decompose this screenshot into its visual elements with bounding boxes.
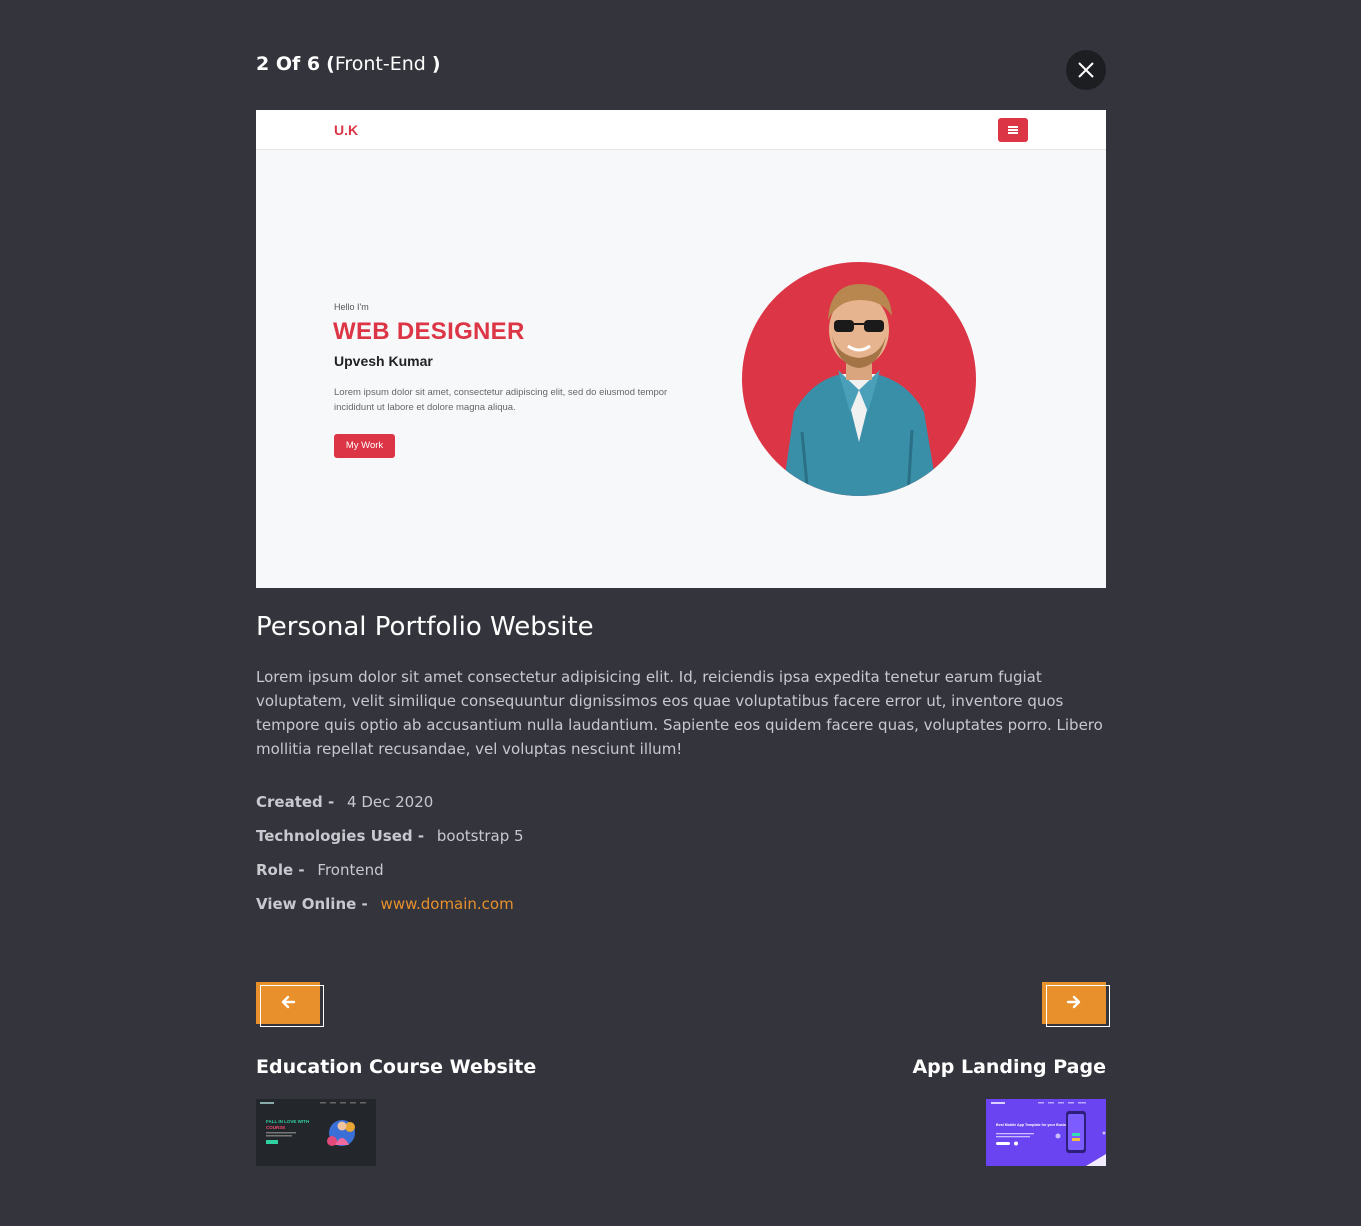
preview-my-work-button: My Work [334, 434, 395, 458]
next-project-button[interactable] [1042, 982, 1110, 1027]
preview-name: Upvesh Kumar [334, 353, 433, 369]
education-site-thumbnail: FALL IN LOVE WITH COURSE [256, 1099, 376, 1166]
meta-created: Created - 4 Dec 2020 [256, 791, 433, 813]
open-paren: ( [326, 53, 335, 75]
meta-view-online: View Online - www.domain.com [256, 893, 514, 915]
role-value: Frontend [317, 861, 384, 879]
next-project-title[interactable]: App Landing Page [912, 1056, 1106, 1078]
person-illustration [782, 284, 938, 496]
meta-role: Role - Frontend [256, 859, 384, 881]
created-label: Created - [256, 793, 335, 811]
preview-profile-photo [742, 262, 976, 496]
close-paren: ) [431, 53, 441, 75]
close-button[interactable] [1066, 50, 1106, 90]
created-value: 4 Dec 2020 [347, 793, 434, 811]
view-online-link[interactable]: www.domain.com [381, 895, 514, 913]
project-title: Personal Portfolio Website [256, 612, 594, 642]
slide-counter: 2 Of 6 (Front-End ) [256, 52, 441, 76]
preview-role: WEB DESIGNER [333, 318, 525, 345]
technologies-value: bootstrap 5 [436, 827, 524, 845]
preview-logo: U.K [334, 122, 359, 138]
next-project-thumbnail[interactable]: Best Mobile App Template for your Busine… [986, 1099, 1106, 1166]
project-preview-image: U.K Hello I'm WEB DESIGNER Upvesh Kumar … [256, 110, 1106, 588]
meta-technologies: Technologies Used - bootstrap 5 [256, 825, 524, 847]
project-description: Lorem ipsum dolor sit amet consectetur a… [256, 668, 1103, 758]
previous-project-thumbnail[interactable]: FALL IN LOVE WITH COURSE [256, 1099, 376, 1166]
preview-menu-icon [998, 118, 1028, 142]
thumb-prev-heading-accent: COURSE [266, 1125, 285, 1130]
previous-project-button[interactable] [256, 982, 324, 1027]
role-label: Role - [256, 861, 305, 879]
slide-position: 2 Of 6 [256, 53, 321, 75]
app-landing-thumbnail: Best Mobile App Template for your Busine… [986, 1099, 1106, 1166]
preview-navbar: U.K [256, 110, 1106, 150]
slide-category: Front-End [334, 53, 426, 75]
preview-greeting: Hello I'm [334, 302, 369, 312]
arrow-left-icon [281, 995, 296, 1009]
arrow-right-icon [1066, 995, 1081, 1009]
thumb-prev-heading: FALL IN LOVE WITH [266, 1119, 309, 1124]
technologies-label: Technologies Used - [256, 827, 425, 845]
view-online-label: View Online - [256, 895, 368, 913]
close-icon [1078, 62, 1094, 78]
previous-project-title[interactable]: Education Course Website [256, 1056, 536, 1078]
preview-description: Lorem ipsum dolor sit amet, consectetur … [334, 387, 668, 413]
thumb-next-heading: Best Mobile App Template for your Busine… [996, 1123, 1072, 1127]
